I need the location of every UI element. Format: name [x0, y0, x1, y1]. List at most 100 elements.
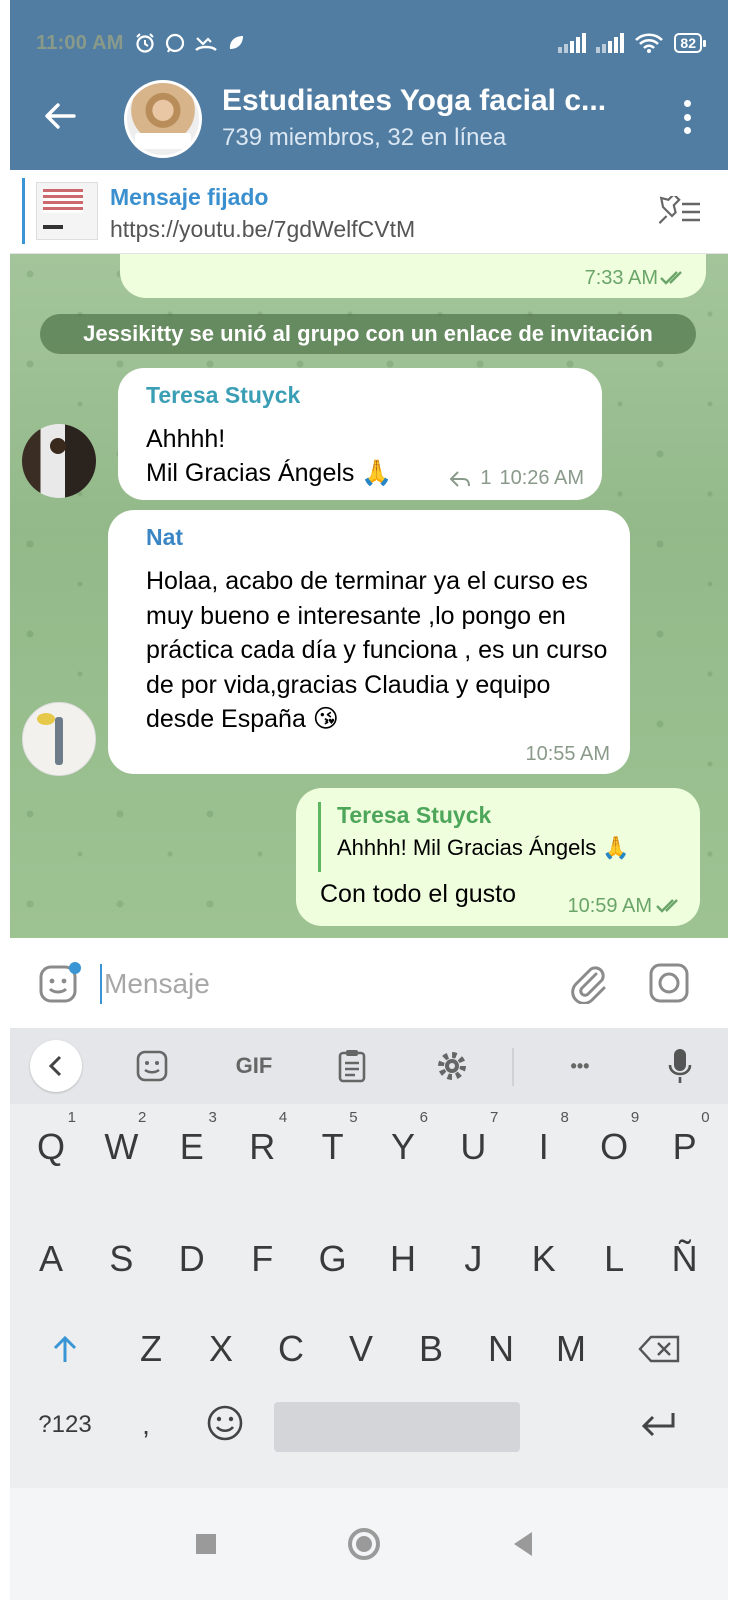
message-time: 10:59 AM [567, 895, 652, 917]
sender-name[interactable]: Teresa Stuyck [146, 382, 300, 409]
sender-name[interactable]: Nat [146, 524, 183, 551]
key-number-hint: 5 [349, 1109, 358, 1126]
message-input[interactable] [100, 964, 530, 1004]
comma-key[interactable]: , [126, 1390, 166, 1460]
sticker-emoji-icon[interactable] [38, 962, 82, 1006]
message-bubble-incoming[interactable]: Teresa Stuyck Ahhhh! Mil Gracias Ángels … [118, 368, 602, 500]
key-number-hint: 0 [701, 1109, 710, 1126]
signal-icon-2 [596, 33, 625, 53]
sticker-icon [136, 1050, 168, 1082]
enter-key[interactable] [630, 1390, 688, 1460]
key-z[interactable]: Z [122, 1314, 180, 1384]
key-c[interactable]: C [262, 1314, 320, 1384]
chat-title[interactable]: Estudiantes Yoga facial c... [222, 84, 622, 118]
key-row-1: Q1W2E3R4T5Y6U7I8O9P0 [10, 1109, 728, 1212]
key-h[interactable]: H [374, 1224, 432, 1294]
voice-input-button[interactable] [658, 1044, 702, 1088]
key-label: O [600, 1126, 629, 1167]
key-label: T [321, 1126, 344, 1167]
message-composer [10, 938, 728, 1028]
key-x[interactable]: X [192, 1314, 250, 1384]
key-number-hint: 8 [560, 1109, 569, 1126]
pinned-list-icon[interactable] [652, 196, 704, 228]
chevron-left-icon [48, 1055, 62, 1077]
settings-button[interactable] [430, 1044, 474, 1088]
message-text-line: Mil Gracias Ángels 🙏 [146, 459, 393, 487]
message-time: 7:33 AM [584, 267, 658, 289]
home-button[interactable] [344, 1524, 384, 1564]
triangle-back-icon [514, 1532, 532, 1556]
group-avatar[interactable] [124, 80, 202, 158]
key-k[interactable]: K [515, 1224, 573, 1294]
reply-count: 1 [480, 467, 492, 489]
more-options-icon[interactable] [682, 100, 692, 134]
avatar-nat[interactable] [22, 702, 96, 776]
reply-sender: Teresa Stuyck [337, 802, 492, 828]
message-bubble-outgoing[interactable]: Teresa Stuyck Ahhhh! Mil Gracias Ángels … [296, 788, 700, 926]
message-list[interactable]: caducidad 7:33 AM Jessikitty se unió al … [10, 254, 728, 938]
message-time: 10:26 AM [499, 467, 584, 489]
backspace-key[interactable] [630, 1314, 688, 1384]
key-label: W [104, 1126, 139, 1167]
key-a[interactable]: A [22, 1224, 80, 1294]
telegram-chat-screen: 11:00 AM 82 Estudiantes Yoga facial c...… [10, 0, 728, 1600]
key-v[interactable]: V [332, 1314, 390, 1384]
pinned-message-bar[interactable]: Mensaje fijado https://youtu.be/7gdWelfC… [10, 170, 728, 254]
key-row-3: ZXCVBNM [10, 1314, 728, 1414]
key-t[interactable]: T5 [304, 1109, 362, 1182]
back-button[interactable] [504, 1524, 544, 1564]
key-j[interactable]: J [444, 1224, 502, 1294]
message-bubble-incoming[interactable]: Nat Holaa, acabo de terminar ya el curso… [108, 510, 630, 774]
key-q[interactable]: Q1 [22, 1109, 80, 1182]
battery-indicator: 82 [674, 33, 706, 53]
back-arrow-icon[interactable] [40, 96, 80, 136]
emoji-key[interactable] [196, 1390, 254, 1460]
key-number-hint: 9 [630, 1109, 640, 1126]
shift-key[interactable] [36, 1314, 94, 1384]
smiley-icon [207, 1405, 243, 1441]
message-text: Holaa, acabo de terminar ya el curso es … [146, 567, 608, 733]
chat-subtitle[interactable]: 739 miembros, 32 en línea [222, 124, 506, 152]
pinned-indicator [22, 178, 25, 244]
key-g[interactable]: G [304, 1224, 362, 1294]
attach-icon[interactable] [566, 960, 610, 1004]
avatar-teresa[interactable] [22, 424, 96, 498]
key-s[interactable]: S [92, 1224, 150, 1294]
reply-text: Ahhhh! Mil Gracias Ángels 🙏 [337, 835, 630, 860]
key-o[interactable]: O9 [585, 1109, 643, 1182]
message-bubble-outgoing[interactable]: caducidad 7:33 AM [120, 254, 706, 298]
reply-quote[interactable]: Teresa Stuyck Ahhhh! Mil Gracias Ángels … [318, 802, 678, 872]
key-l[interactable]: L [585, 1224, 643, 1294]
camera-icon[interactable] [648, 962, 690, 1004]
key-u[interactable]: U7 [444, 1109, 502, 1182]
alarm-icon [135, 33, 154, 53]
space-key[interactable] [274, 1402, 520, 1452]
recents-button[interactable] [186, 1524, 226, 1564]
key-m[interactable]: M [542, 1314, 600, 1384]
key-f[interactable]: F [233, 1224, 291, 1294]
message-time: 10:55 AM [525, 743, 610, 765]
key-label: Y [390, 1126, 415, 1167]
key-d[interactable]: D [163, 1224, 221, 1294]
status-time: 11:00 AM [36, 31, 124, 54]
key-ñ[interactable]: Ñ [656, 1224, 714, 1294]
gif-button[interactable]: GIF [224, 1044, 284, 1088]
service-message: Jessikitty se unió al grupo con un enlac… [40, 314, 696, 354]
key-r[interactable]: R4 [233, 1109, 291, 1182]
key-p[interactable]: P0 [656, 1109, 714, 1182]
clipboard-button[interactable] [330, 1044, 374, 1088]
symbols-key[interactable]: ?123 [28, 1390, 102, 1460]
key-y[interactable]: Y6 [374, 1109, 432, 1182]
key-b[interactable]: B [402, 1314, 460, 1384]
notification-icon [229, 36, 243, 49]
reply-arrow-icon [449, 470, 471, 487]
keyboard[interactable]: GIF ••• Q1W2E3R4T5Y6U7I8O9P0 ASDFGHJKLÑ … [10, 1028, 728, 1488]
sticker-button[interactable] [130, 1044, 174, 1088]
key-n[interactable]: N [472, 1314, 530, 1384]
key-w[interactable]: W2 [92, 1109, 150, 1182]
key-i[interactable]: I8 [515, 1109, 573, 1182]
key-e[interactable]: E3 [163, 1109, 221, 1182]
key-number-hint: 2 [138, 1109, 147, 1126]
keyboard-collapse-button[interactable] [30, 1040, 82, 1092]
more-tools-button[interactable]: ••• [558, 1044, 602, 1088]
